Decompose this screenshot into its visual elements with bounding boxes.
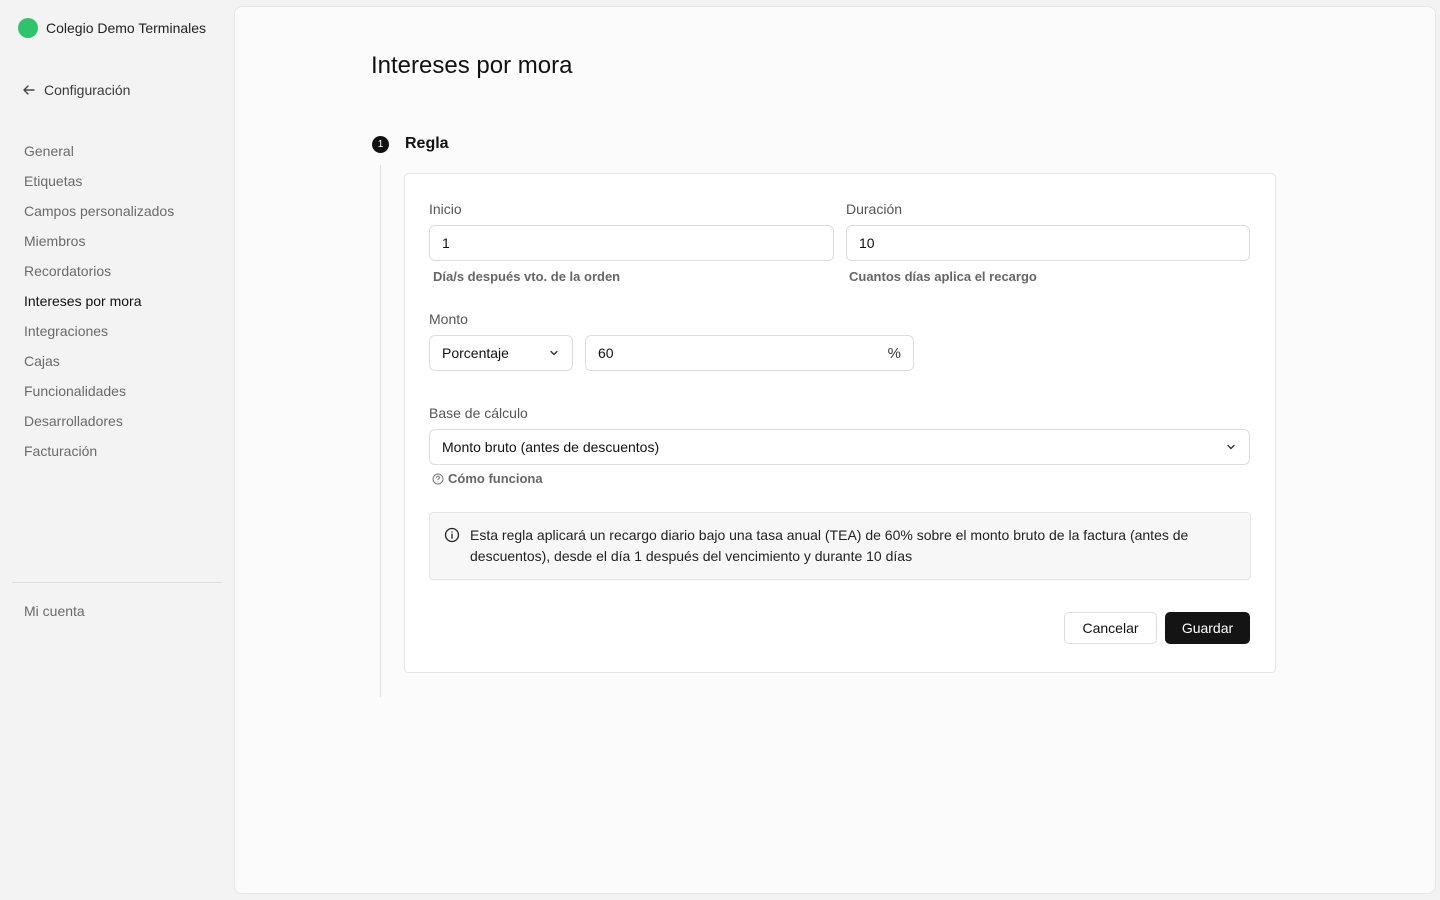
- inicio-label: Inicio: [429, 201, 462, 217]
- rule-summary-text: Esta regla aplicará un recargo diario ba…: [470, 527, 1189, 564]
- sidebar-divider: [12, 582, 222, 583]
- step-connector-line: [380, 165, 381, 697]
- step-number-badge: 1: [372, 135, 389, 153]
- how-it-works-label: Cómo funciona: [448, 471, 543, 486]
- inicio-hint: Día/s después vto. de la orden: [433, 269, 621, 284]
- sidebar-item-label: Integraciones: [24, 323, 109, 339]
- percent-suffix: %: [887, 344, 901, 362]
- step-header: 1 Regla: [372, 135, 449, 153]
- sidebar-item-label: Recordatorios: [24, 263, 112, 279]
- sidebar-item-label: Cajas: [24, 353, 60, 369]
- sidebar-item-label: Etiquetas: [24, 173, 83, 189]
- monto-type-select[interactable]: Porcentaje: [429, 335, 573, 371]
- page-title: Intereses por mora: [371, 52, 573, 79]
- org-logo-icon: [18, 18, 38, 38]
- duracion-label: Duración: [846, 201, 903, 217]
- duracion-value: 10: [859, 235, 875, 251]
- how-it-works-link[interactable]: Cómo funciona: [432, 471, 543, 486]
- chevron-down-icon: [1227, 444, 1235, 450]
- monto-label: Monto: [429, 311, 468, 327]
- settings-nav: General Etiquetas Campos personalizados …: [24, 136, 220, 466]
- help-circle-icon: [432, 473, 444, 484]
- sidebar-item-label: Facturación: [24, 443, 98, 459]
- org-switcher[interactable]: Colegio Demo Terminales: [18, 18, 206, 38]
- back-to-settings-link[interactable]: Configuración: [22, 81, 130, 99]
- sidebar-item-label: General: [24, 143, 74, 159]
- arrow-left-icon: [23, 85, 35, 95]
- duracion-input[interactable]: 10: [846, 225, 1250, 261]
- inicio-value: 1: [442, 235, 450, 251]
- chevron-down-icon: [550, 350, 558, 356]
- sidebar-item-label: Funcionalidades: [24, 383, 126, 399]
- main-panel: Intereses por mora 1 Regla Inicio 1 Día/…: [234, 6, 1436, 894]
- sidebar-item-label: Miembros: [24, 233, 86, 249]
- sidebar-item-label: Intereses por mora: [24, 293, 142, 309]
- sidebar-item-facturacion[interactable]: Facturación: [24, 426, 220, 466]
- sidebar-item-mi-cuenta[interactable]: Mi cuenta: [24, 601, 85, 621]
- sidebar-item-label: Desarrolladores: [24, 413, 123, 429]
- save-button[interactable]: Guardar: [1165, 612, 1250, 644]
- monto-type-value: Porcentaje: [442, 345, 509, 361]
- duracion-hint: Cuantos días aplica el recargo: [849, 269, 1037, 284]
- sidebar: Colegio Demo Terminales Configuración Ge…: [0, 0, 234, 900]
- sidebar-item-label: Campos personalizados: [24, 203, 175, 219]
- monto-amount-value: 60: [598, 345, 614, 361]
- org-name: Colegio Demo Terminales: [46, 20, 207, 36]
- base-calculo-select[interactable]: Monto bruto (antes de descuentos): [429, 429, 1250, 465]
- inicio-input[interactable]: 1: [429, 225, 834, 261]
- back-label: Configuración: [44, 82, 131, 98]
- base-calculo-value: Monto bruto (antes de descuentos): [442, 439, 660, 455]
- rule-form-card: Inicio 1 Día/s después vto. de la orden …: [404, 173, 1276, 673]
- step-title: Regla: [405, 135, 449, 152]
- rule-summary-callout: Esta regla aplicará un recargo diario ba…: [429, 512, 1251, 580]
- cancel-button[interactable]: Cancelar: [1064, 612, 1157, 644]
- app: Colegio Demo Terminales Configuración Ge…: [0, 0, 1440, 900]
- base-calculo-label: Base de cálculo: [429, 405, 528, 421]
- info-icon: [444, 527, 460, 543]
- monto-amount-input[interactable]: 60 %: [585, 335, 914, 371]
